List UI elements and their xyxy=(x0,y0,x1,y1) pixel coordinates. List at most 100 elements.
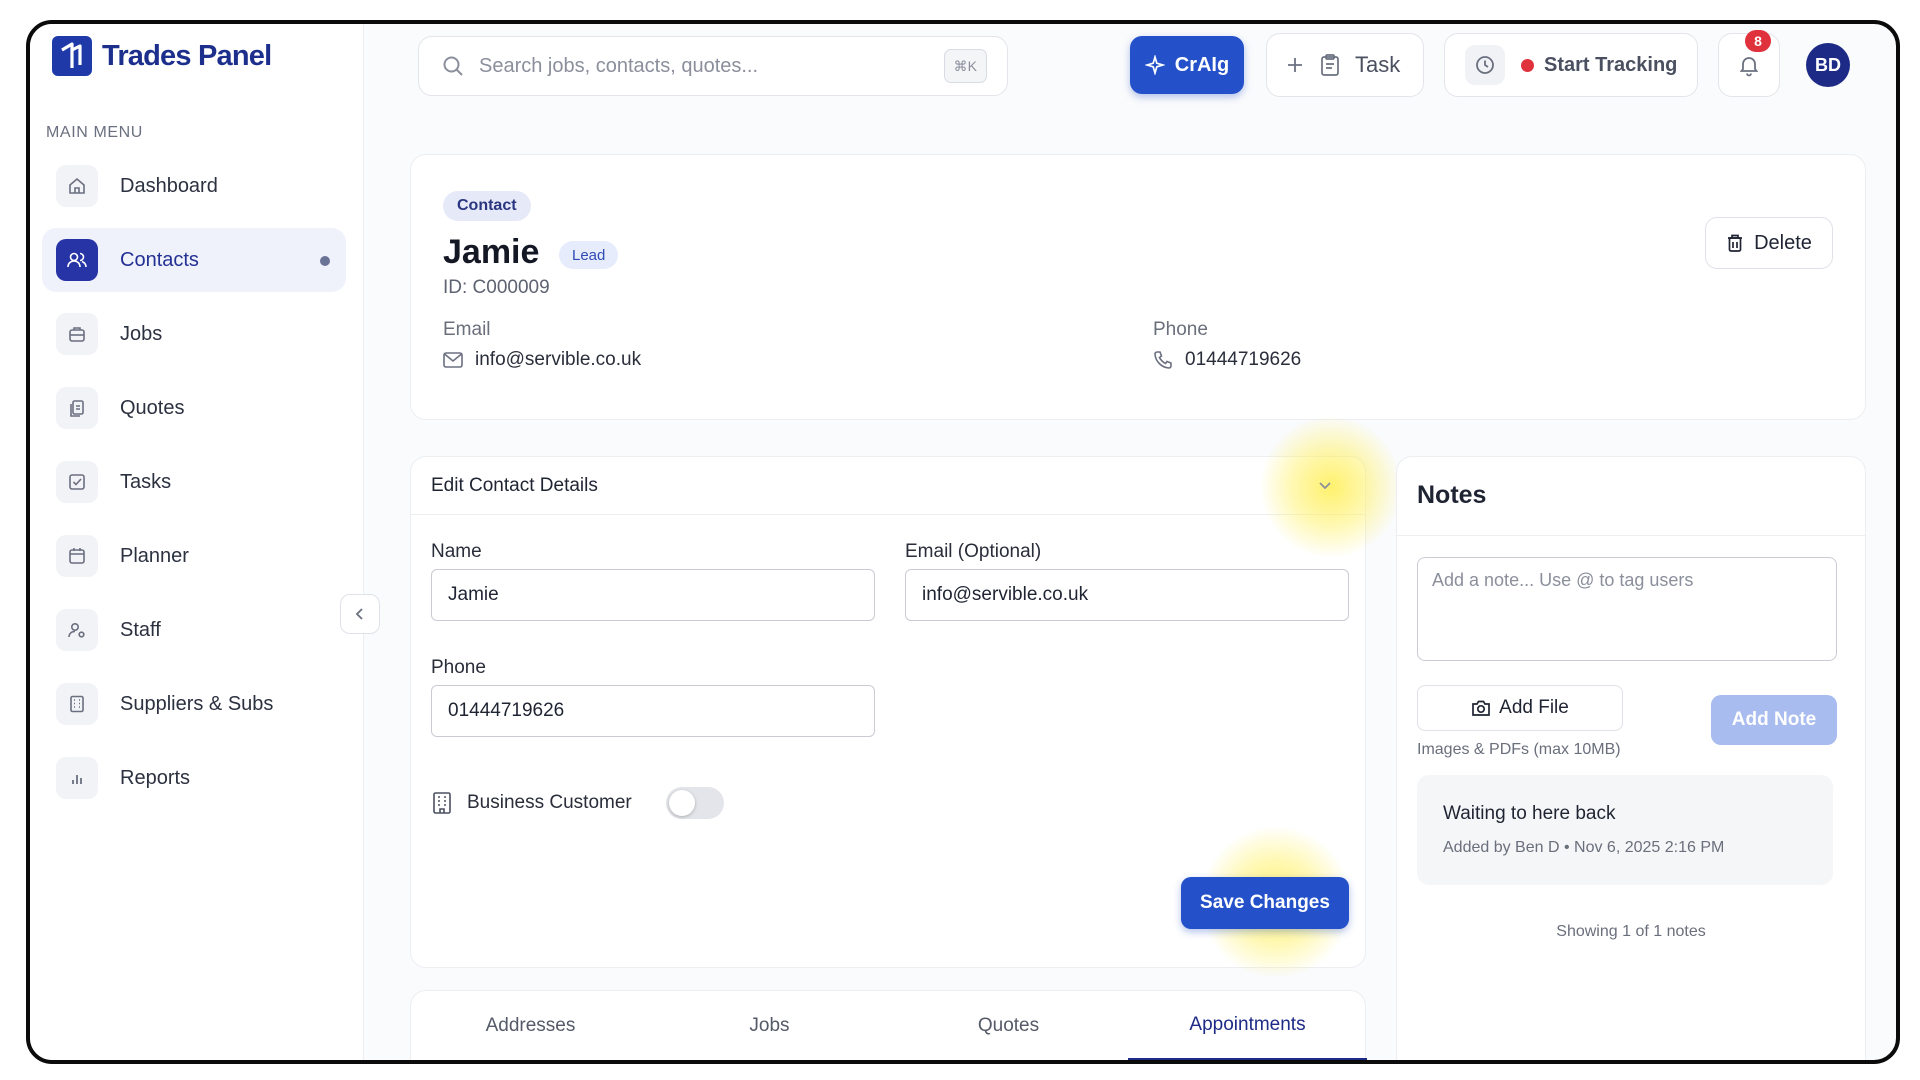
sidebar-item-jobs[interactable]: Jobs xyxy=(42,302,346,366)
note-item[interactable]: Waiting to here back Added by Ben D • No… xyxy=(1417,775,1833,885)
contact-header-card: Contact Jamie Lead ID: C000009 Email inf… xyxy=(410,154,1866,420)
sidebar-item-label: Tasks xyxy=(120,470,172,493)
sparkle-icon xyxy=(1144,55,1165,75)
global-search: ⌘K xyxy=(418,36,1008,96)
app-logo[interactable]: Trades Panel xyxy=(52,36,272,76)
tab-jobs[interactable]: Jobs xyxy=(650,991,889,1060)
clock-icon xyxy=(1465,45,1505,85)
home-icon xyxy=(56,165,98,207)
briefcase-icon xyxy=(56,313,98,355)
sidebar-item-label: Planner xyxy=(120,544,189,567)
add-file-button[interactable]: Add File xyxy=(1417,685,1623,731)
add-task-button[interactable]: Task xyxy=(1266,33,1424,97)
edit-contact-title: Edit Contact Details xyxy=(431,474,598,496)
task-label: Task xyxy=(1355,52,1401,77)
keyboard-shortcut-hint: ⌘K xyxy=(943,49,987,83)
sidebar-item-label: Dashboard xyxy=(120,174,218,197)
name-label: Name xyxy=(431,541,482,562)
email-field[interactable] xyxy=(905,569,1349,621)
craig-ai-button[interactable]: CrAIg xyxy=(1130,36,1244,94)
building-icon xyxy=(56,683,98,725)
app-window: Trades Panel MAIN MENU Dashboard Contact… xyxy=(26,20,1900,1064)
note-meta: Added by Ben D • Nov 6, 2025 2:16 PM xyxy=(1443,839,1725,856)
contact-type-badge: Contact xyxy=(443,191,531,221)
active-indicator-dot xyxy=(320,256,330,266)
add-file-label: Add File xyxy=(1499,697,1569,718)
bell-icon xyxy=(1739,57,1759,77)
chevron-down-icon[interactable] xyxy=(1315,475,1335,495)
search-input[interactable] xyxy=(479,54,919,78)
note-input[interactable] xyxy=(1417,557,1837,661)
mail-icon xyxy=(443,352,463,368)
phone-text: 01444719626 xyxy=(1185,349,1302,370)
divider xyxy=(1397,535,1865,536)
phone-icon xyxy=(1154,351,1172,369)
sidebar-item-dashboard[interactable]: Dashboard xyxy=(42,154,346,218)
add-note-button[interactable]: Add Note xyxy=(1711,695,1837,745)
delete-label: Delete xyxy=(1754,231,1812,254)
tab-addresses[interactable]: Addresses xyxy=(411,991,650,1060)
sidebar-item-label: Quotes xyxy=(120,396,185,419)
notes-title: Notes xyxy=(1417,481,1487,509)
sidebar: Trades Panel MAIN MENU Dashboard Contact… xyxy=(30,24,364,1060)
tab-appointments[interactable]: Appointments xyxy=(1128,991,1367,1060)
sidebar-item-label: Jobs xyxy=(120,322,163,345)
email-value[interactable]: info@servible.co.uk xyxy=(443,349,641,371)
status-badge: Lead xyxy=(559,241,619,269)
email-text: info@servible.co.uk xyxy=(475,349,642,370)
sidebar-item-contacts[interactable]: Contacts xyxy=(42,228,346,292)
toggle-knob xyxy=(668,790,695,816)
sidebar-item-reports[interactable]: Reports xyxy=(42,746,346,810)
phone-field[interactable] xyxy=(431,685,875,737)
sidebar-item-quotes[interactable]: Quotes xyxy=(42,376,346,440)
notifications-button[interactable]: 8 xyxy=(1718,30,1780,97)
sidebar-nav: Dashboard Contacts Jobs Quotes Tasks Pla… xyxy=(42,154,346,820)
logo-icon xyxy=(52,36,92,76)
notes-count: Showing 1 of 1 notes xyxy=(1556,923,1706,940)
edit-contact-header[interactable]: Edit Contact Details xyxy=(411,457,1365,515)
trash-icon xyxy=(1728,234,1743,252)
business-customer-row: Business Customer xyxy=(431,787,724,819)
recording-dot-icon xyxy=(1521,58,1534,72)
chevron-left-icon xyxy=(355,608,363,620)
tab-quotes[interactable]: Quotes xyxy=(889,991,1128,1060)
sidebar-item-label: Suppliers & Subs xyxy=(120,692,274,715)
camera-icon xyxy=(1472,700,1490,716)
user-gear-icon xyxy=(56,609,98,651)
collapse-sidebar-button[interactable] xyxy=(340,594,380,634)
calendar-icon xyxy=(56,535,98,577)
clipboard-icon xyxy=(1321,54,1339,76)
business-customer-label: Business Customer xyxy=(467,792,632,813)
phone-label: Phone xyxy=(1153,319,1208,340)
plus-icon xyxy=(1288,58,1302,72)
start-tracking-button[interactable]: Start Tracking xyxy=(1444,33,1698,97)
users-icon xyxy=(56,239,98,281)
sidebar-item-suppliers[interactable]: Suppliers & Subs xyxy=(42,672,346,736)
contact-tabs: Addresses Jobs Quotes Appointments xyxy=(410,990,1367,1060)
craig-label: CrAIg xyxy=(1174,53,1230,76)
name-field[interactable] xyxy=(431,569,875,621)
document-icon xyxy=(56,387,98,429)
sidebar-item-tasks[interactable]: Tasks xyxy=(42,450,346,514)
sidebar-item-label: Reports xyxy=(120,766,191,789)
tracking-label: Start Tracking xyxy=(1544,53,1678,76)
sidebar-item-label: Staff xyxy=(120,618,161,641)
save-changes-button[interactable]: Save Changes xyxy=(1181,877,1349,929)
menu-title: MAIN MENU xyxy=(46,124,143,141)
sidebar-item-staff[interactable]: Staff xyxy=(42,598,346,662)
notification-count-badge: 8 xyxy=(1745,30,1771,52)
building-icon xyxy=(433,792,451,814)
note-text: Waiting to here back xyxy=(1443,803,1616,824)
business-customer-toggle[interactable] xyxy=(665,787,724,819)
contact-id: ID: C000009 xyxy=(443,277,550,298)
search-icon xyxy=(443,56,463,76)
email-optional-label: Email (Optional) xyxy=(905,541,1042,562)
checkbox-icon xyxy=(56,461,98,503)
user-avatar[interactable]: BD xyxy=(1806,43,1850,87)
notes-card: Notes Add File Images & PDFs (max 10MB) … xyxy=(1396,456,1866,1060)
delete-button[interactable]: Delete xyxy=(1705,217,1833,269)
sidebar-item-planner[interactable]: Planner xyxy=(42,524,346,588)
contact-name: Jamie xyxy=(443,233,540,271)
file-hint: Images & PDFs (max 10MB) xyxy=(1417,741,1621,758)
phone-value[interactable]: 01444719626 xyxy=(1153,349,1301,371)
